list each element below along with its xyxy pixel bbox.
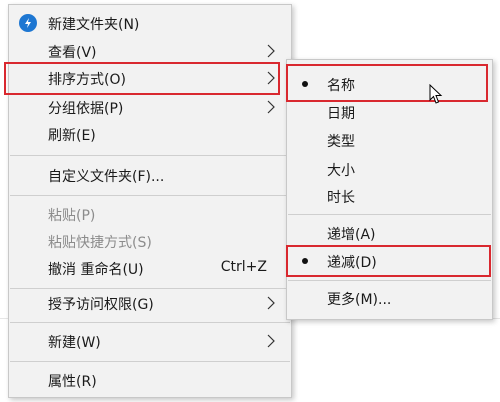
menu-item-refresh[interactable]: 刷新(E) <box>9 121 291 148</box>
menu-item-view[interactable]: 查看(V) <box>9 38 291 65</box>
menu-item-paste-shortcut[interactable]: 粘贴快捷方式(S) <box>9 228 291 255</box>
menu-item-paste[interactable]: 粘贴(P) <box>9 201 291 228</box>
menu-item-new-folder[interactable]: 新建文件夹(N) <box>9 10 291 37</box>
menu-item-label: 时长 <box>327 190 355 206</box>
menu-separator <box>10 155 290 156</box>
menu-item-grant-access[interactable]: 授予访问权限(G) <box>9 290 291 317</box>
menu-item-label: 大小 <box>327 163 355 179</box>
menu-separator <box>10 361 290 362</box>
menu-item-label: 粘贴(P) <box>48 208 96 224</box>
sort-option-date[interactable]: 日期 <box>287 99 492 126</box>
shortcut-hint: Ctrl+Z <box>220 259 267 275</box>
menu-separator <box>288 214 491 215</box>
highlight-box-sort-by <box>4 62 280 95</box>
highlight-box-descending <box>286 245 491 277</box>
chevron-right-icon <box>267 334 275 348</box>
sort-option-more[interactable]: 更多(M)... <box>287 285 492 312</box>
menu-separator <box>288 280 491 281</box>
menu-item-properties[interactable]: 属性(R) <box>9 367 291 394</box>
menu-separator <box>10 195 290 196</box>
menu-item-undo-rename[interactable]: 撤消 重命名(U) Ctrl+Z <box>9 255 291 282</box>
new-folder-icon <box>19 14 37 32</box>
menu-item-label: 撤消 重命名(U) <box>48 262 144 278</box>
chevron-right-icon <box>267 100 275 114</box>
menu-item-label: 更多(M)... <box>327 292 392 308</box>
menu-separator <box>10 288 290 289</box>
mouse-cursor-icon <box>429 84 443 104</box>
menu-item-label: 分组依据(P) <box>48 101 124 117</box>
menu-item-group-by[interactable]: 分组依据(P) <box>9 94 291 121</box>
menu-item-label: 粘贴快捷方式(S) <box>48 235 152 251</box>
sort-option-size[interactable]: 大小 <box>287 156 492 183</box>
menu-item-label: 类型 <box>327 134 355 150</box>
sort-option-type[interactable]: 类型 <box>287 127 492 154</box>
sort-option-duration[interactable]: 时长 <box>287 183 492 210</box>
menu-item-label: 递增(A) <box>327 227 376 243</box>
menu-item-new[interactable]: 新建(W) <box>9 328 291 355</box>
menu-item-customize-folder[interactable]: 自定义文件夹(F)... <box>9 162 291 189</box>
menu-item-label: 授予访问权限(G) <box>48 297 154 313</box>
menu-item-label: 自定义文件夹(F)... <box>48 169 165 185</box>
chevron-right-icon <box>267 296 275 310</box>
menu-separator <box>10 322 290 323</box>
menu-item-label: 属性(R) <box>48 374 97 390</box>
menu-item-label: 新建文件夹(N) <box>48 17 140 33</box>
menu-item-label: 刷新(E) <box>48 128 96 144</box>
menu-item-label: 查看(V) <box>48 45 97 61</box>
menu-item-label: 日期 <box>327 106 355 122</box>
chevron-right-icon <box>267 44 275 58</box>
highlight-box-name <box>286 64 488 102</box>
menu-item-label: 新建(W) <box>48 335 101 351</box>
sort-order-ascending[interactable]: 递增(A) <box>287 220 492 247</box>
